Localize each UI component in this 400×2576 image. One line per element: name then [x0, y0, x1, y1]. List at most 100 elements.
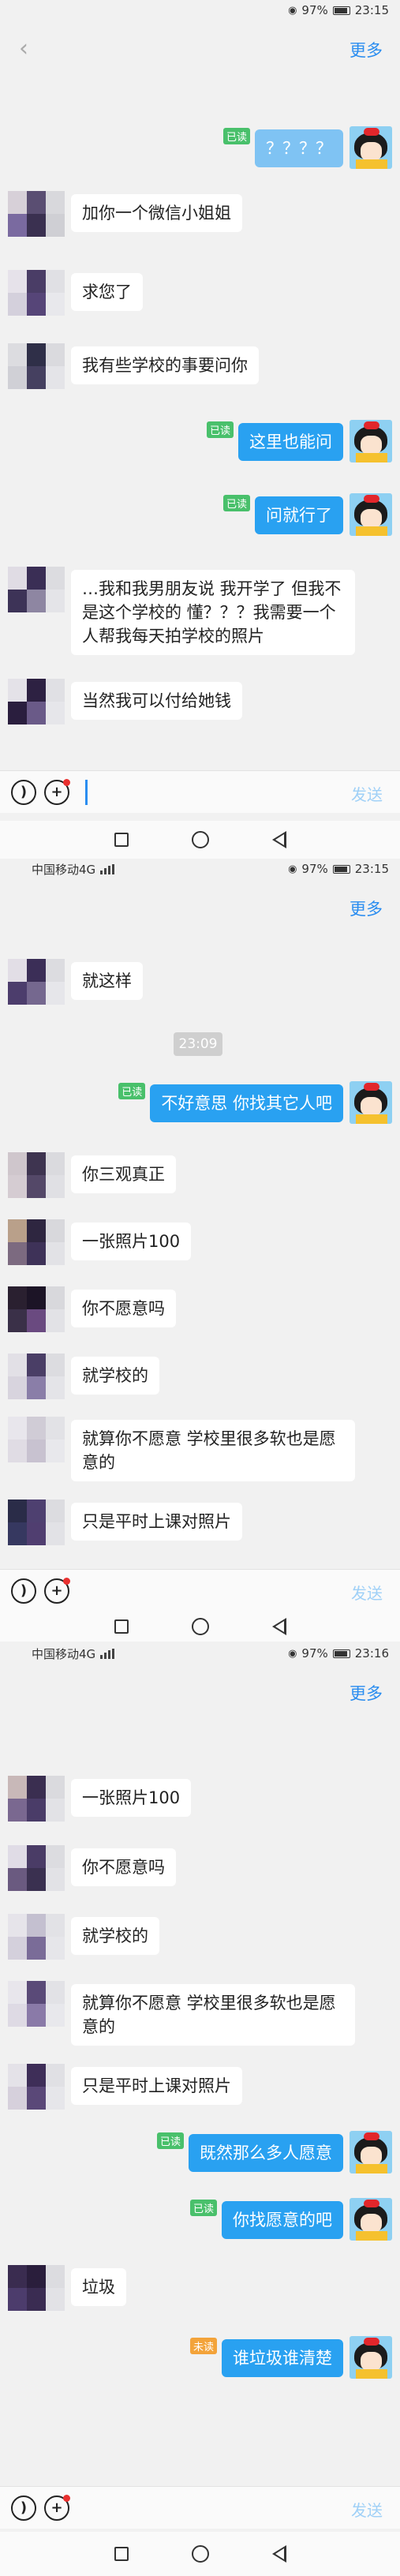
contact-avatar[interactable]	[8, 1354, 65, 1399]
more-button[interactable]: 更多	[350, 1681, 383, 1705]
message-bubble[interactable]: 就学校的	[71, 1357, 159, 1395]
contact-avatar[interactable]	[8, 1500, 65, 1545]
message-in: 你三观真正	[8, 1152, 176, 1198]
my-avatar[interactable]	[350, 2198, 392, 2241]
contact-avatar[interactable]	[8, 567, 65, 612]
contact-avatar[interactable]	[8, 2064, 65, 2110]
contact-avatar[interactable]	[8, 343, 65, 389]
message-bubble[interactable]: 当然我可以付给她钱	[71, 682, 242, 720]
signal-icon	[100, 1648, 115, 1659]
more-button[interactable]: 更多	[350, 897, 383, 920]
contact-avatar[interactable]	[8, 679, 65, 724]
status-bar: 中国移动4G ◉ 97% 23:15	[0, 859, 400, 879]
message-bubble[interactable]: 一张照片100	[71, 1222, 192, 1260]
message-bubble[interactable]: 你三观真正	[71, 1155, 176, 1193]
back-icon[interactable]	[271, 831, 286, 848]
message-bubble[interactable]: 一张照片100	[71, 1779, 192, 1817]
back-icon[interactable]	[271, 2545, 286, 2563]
message-in: 求您了	[8, 270, 143, 316]
contact-avatar[interactable]	[8, 2265, 65, 2311]
voice-icon[interactable]: )	[11, 779, 36, 805]
recent-apps-icon[interactable]	[114, 2547, 129, 2561]
plus-icon[interactable]: +	[44, 2494, 70, 2521]
back-arrow-icon[interactable]: ‹	[19, 35, 28, 62]
message-bubble[interactable]: 就算你不愿意 学校里很多软也是愿意的	[71, 1984, 355, 2046]
message-bubble[interactable]: 问就行了	[255, 496, 343, 534]
message-bubble[interactable]: 就这样	[71, 962, 143, 1000]
contact-avatar[interactable]	[8, 1914, 65, 1960]
contact-avatar[interactable]	[8, 1845, 65, 1891]
plus-icon[interactable]: +	[44, 1577, 70, 1604]
chat-header: ‹ 更多	[0, 21, 400, 77]
home-icon[interactable]	[191, 831, 209, 848]
recent-apps-icon[interactable]	[114, 1619, 129, 1634]
message-bubble[interactable]: …我和我男朋友说 我开学了 但我不是这个学校的 懂？？？我需要一个人帮我每天拍学…	[71, 570, 355, 655]
send-button[interactable]: 发送	[351, 782, 383, 805]
message-bubble[interactable]: 既然那么多人愿意	[189, 2134, 343, 2172]
send-button[interactable]: 发送	[351, 2498, 383, 2521]
contact-avatar[interactable]	[8, 1776, 65, 1822]
read-badge: 已读	[206, 421, 234, 438]
my-avatar[interactable]	[350, 126, 392, 169]
clock: 23:15	[354, 862, 389, 876]
message-bubble[interactable]: 就算你不愿意 学校里很多软也是愿意的	[71, 1420, 355, 1481]
chat-screen-2: 中国移动4G ◉ 97% 23:15 更多 就这样 23:09 不好意思 你找其…	[0, 821, 400, 1642]
message-bubble[interactable]: 这里也能问	[238, 423, 343, 461]
voice-icon[interactable]: )	[11, 1578, 36, 1604]
carrier-text: 中国移动4G	[32, 1646, 96, 1661]
my-avatar[interactable]	[350, 1081, 392, 1124]
message-input[interactable]	[85, 779, 88, 805]
more-button[interactable]: 更多	[350, 38, 383, 62]
message-bubble[interactable]: 垃圾	[71, 2268, 126, 2306]
message-bubble[interactable]: 只是平时上课对照片	[71, 2067, 242, 2105]
plus-icon[interactable]: +	[44, 778, 70, 805]
battery-icon	[332, 1649, 350, 1658]
message-bubble[interactable]: 只是平时上课对照片	[71, 1503, 242, 1541]
my-avatar[interactable]	[350, 420, 392, 462]
back-icon[interactable]	[271, 1618, 286, 1635]
message-bubble[interactable]: 不好意思 你找其它人吧	[150, 1084, 343, 1122]
read-badge: 已读	[118, 1083, 146, 1099]
voice-icon[interactable]: )	[11, 2495, 36, 2521]
message-in: 就学校的	[8, 1354, 159, 1399]
message-bubble[interactable]: 你不愿意吗	[71, 1290, 176, 1327]
read-badge: 已读	[222, 495, 250, 511]
send-button[interactable]: 发送	[351, 1581, 383, 1604]
message-bubble[interactable]: 你找愿意的吧	[222, 2201, 343, 2239]
chat-screen-1: ◉ 97% 23:15 ‹ 更多 ？？？？ 已读 加你一个微信小姐姐 求您了 我…	[0, 0, 400, 821]
clock: 23:15	[354, 3, 389, 17]
my-avatar[interactable]	[350, 493, 392, 536]
message-bubble[interactable]: 谁垃圾谁清楚	[222, 2339, 343, 2377]
contact-avatar[interactable]	[8, 959, 65, 1005]
read-badge: 已读	[156, 2132, 184, 2149]
contact-avatar[interactable]	[8, 1219, 65, 1265]
message-bubble[interactable]: 求您了	[71, 273, 143, 311]
message-in: …我和我男朋友说 我开学了 但我不是这个学校的 懂？？？我需要一个人帮我每天拍学…	[8, 567, 355, 655]
message-bubble[interactable]: 你不愿意吗	[71, 1848, 176, 1886]
message-out: 谁垃圾谁清楚 未读	[189, 2336, 392, 2379]
message-in: 你不愿意吗	[8, 1845, 176, 1891]
read-badge: 已读	[222, 128, 250, 144]
message-out: 你找愿意的吧 已读	[189, 2198, 392, 2241]
contact-avatar[interactable]	[8, 1286, 65, 1332]
message-bubble[interactable]: 加你一个微信小姐姐	[71, 194, 242, 232]
home-icon[interactable]	[191, 1618, 209, 1635]
contact-avatar[interactable]	[8, 270, 65, 316]
home-icon[interactable]	[191, 2545, 209, 2563]
message-out: 不好意思 你找其它人吧 已读	[118, 1081, 392, 1124]
message-bubble[interactable]: 我有些学校的事要问你	[71, 346, 259, 384]
input-bar: ) + 发送	[0, 770, 400, 813]
message-bubble[interactable]: 就学校的	[71, 1917, 159, 1955]
eye-icon: ◉	[288, 1647, 297, 1660]
recent-apps-icon[interactable]	[114, 833, 129, 847]
contact-avatar[interactable]	[8, 1152, 65, 1198]
read-badge: 已读	[189, 2200, 217, 2216]
message-bubble[interactable]: ？？？？	[255, 129, 343, 167]
message-in: 只是平时上课对照片	[8, 2064, 242, 2110]
contact-avatar[interactable]	[8, 191, 65, 237]
my-avatar[interactable]	[350, 2336, 392, 2379]
message-in: 垃圾	[8, 2265, 126, 2311]
my-avatar[interactable]	[350, 2131, 392, 2174]
contact-avatar[interactable]	[8, 1417, 65, 1462]
contact-avatar[interactable]	[8, 1981, 65, 2027]
